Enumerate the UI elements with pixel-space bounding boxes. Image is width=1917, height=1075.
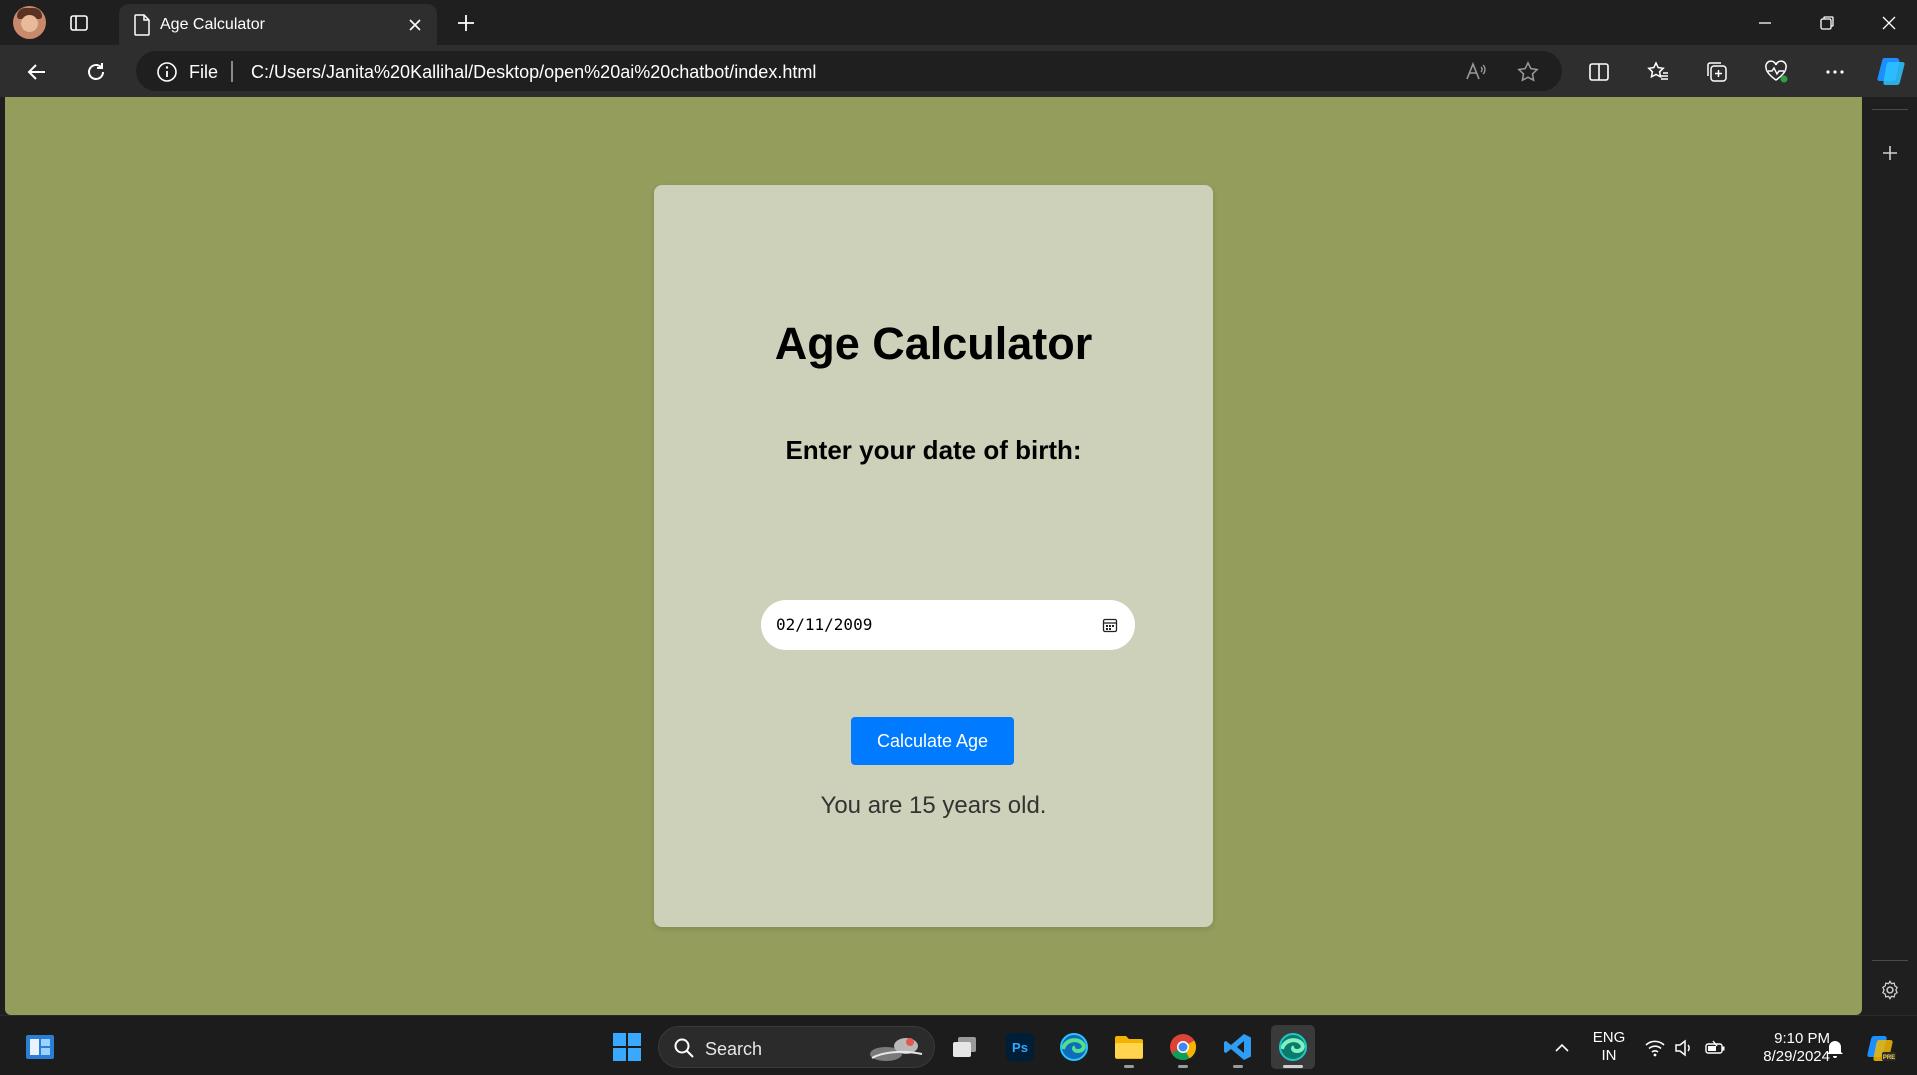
notification-bell-icon[interactable] (1823, 1036, 1847, 1060)
date-of-birth-input[interactable]: 02/11/2009 (761, 600, 1135, 650)
wifi-icon[interactable] (1643, 1036, 1667, 1060)
refresh-icon[interactable] (79, 55, 113, 89)
clock[interactable]: 9:10 PM 8/29/2024 (1740, 1030, 1830, 1066)
task-view-icon[interactable] (943, 1025, 987, 1069)
age-calculator-card: Age Calculator Enter your date of birth:… (654, 185, 1213, 927)
collections-icon[interactable] (1700, 55, 1734, 89)
language-indicator[interactable]: ENG IN (1589, 1029, 1629, 1065)
file-explorer-icon[interactable] (1107, 1025, 1151, 1069)
clock-time: 9:10 PM (1774, 1030, 1830, 1047)
windows-taskbar: Search Ps ENG IN 9:10 PM 8/29/2024 PRE (0, 1015, 1917, 1075)
back-icon[interactable] (20, 55, 54, 89)
more-options-icon[interactable] (1818, 55, 1852, 89)
volume-icon[interactable] (1672, 1036, 1696, 1060)
sidebar-add-icon[interactable] (1874, 137, 1906, 169)
svg-text:PRE: PRE (1883, 1055, 1895, 1061)
favorite-star-icon[interactable] (1514, 58, 1542, 86)
navigation-bar: File C:/Users/Janita%20Kallihal/Desktop/… (0, 45, 1917, 97)
language-code: ENG (1592, 1029, 1626, 1046)
edge-icon[interactable] (1052, 1025, 1096, 1069)
close-window-icon[interactable] (1865, 5, 1913, 40)
tab-actions-icon[interactable] (66, 10, 92, 36)
dob-label: Enter your date of birth: (785, 435, 1082, 465)
tab-title: Age Calculator (160, 16, 265, 33)
read-aloud-icon[interactable] (1462, 58, 1490, 86)
search-highlight-art-icon (866, 1032, 926, 1064)
url-text[interactable]: C:/Users/Janita%20Kallihal/Desktop/open%… (251, 62, 816, 83)
browser-essentials-icon[interactable] (1759, 55, 1793, 89)
widgets-icon[interactable] (18, 1025, 62, 1069)
title-bar: Age Calculator (0, 0, 1917, 45)
address-divider (231, 61, 233, 82)
search-placeholder: Search (705, 1039, 763, 1059)
split-screen-icon[interactable] (1582, 55, 1616, 89)
close-tab-icon[interactable] (403, 13, 427, 37)
address-bar[interactable]: File C:/Users/Janita%20Kallihal/Desktop/… (136, 51, 1562, 91)
page-viewport: Age Calculator Enter your date of birth:… (5, 97, 1862, 1015)
sidebar-divider (1872, 960, 1908, 961)
vscode-icon[interactable] (1216, 1025, 1260, 1069)
region-code: IN (1601, 1047, 1617, 1064)
photoshop-icon[interactable]: Ps (998, 1025, 1042, 1069)
minimize-icon[interactable] (1741, 5, 1789, 40)
file-label: File (189, 62, 219, 82)
chrome-icon[interactable] (1161, 1025, 1205, 1069)
page-title: Age Calculator (774, 318, 1093, 369)
start-menu-icon[interactable] (605, 1025, 649, 1069)
show-hidden-icons-icon[interactable] (1550, 1036, 1574, 1060)
battery-icon[interactable] (1703, 1036, 1727, 1060)
document-icon (133, 14, 151, 41)
favorites-icon[interactable] (1641, 55, 1675, 89)
sidebar-divider (1872, 109, 1908, 110)
copilot-icon[interactable] (1874, 53, 1910, 89)
restore-icon[interactable] (1803, 5, 1851, 40)
edge-dev-icon[interactable] (1271, 1025, 1315, 1069)
new-tab-icon[interactable] (452, 9, 480, 37)
taskbar-search-box[interactable]: Search (658, 1026, 935, 1068)
age-result-text: You are 15 years old. (820, 792, 1047, 819)
edge-sidebar (1862, 97, 1917, 1015)
svg-text:Ps: Ps (1012, 1040, 1028, 1055)
copilot-preview-icon[interactable]: PRE (1865, 1032, 1897, 1064)
date-value[interactable]: 02/11/2009 (776, 615, 872, 634)
tab-age-calculator[interactable]: Age Calculator (119, 4, 437, 45)
search-icon (673, 1037, 695, 1064)
calendar-icon[interactable] (1099, 614, 1121, 636)
settings-gear-icon[interactable] (1874, 974, 1906, 1006)
info-icon[interactable] (156, 61, 178, 88)
clock-date: 8/29/2024 (1763, 1048, 1830, 1065)
profile-avatar[interactable] (13, 6, 46, 39)
calculate-age-button[interactable]: Calculate Age (851, 717, 1014, 765)
